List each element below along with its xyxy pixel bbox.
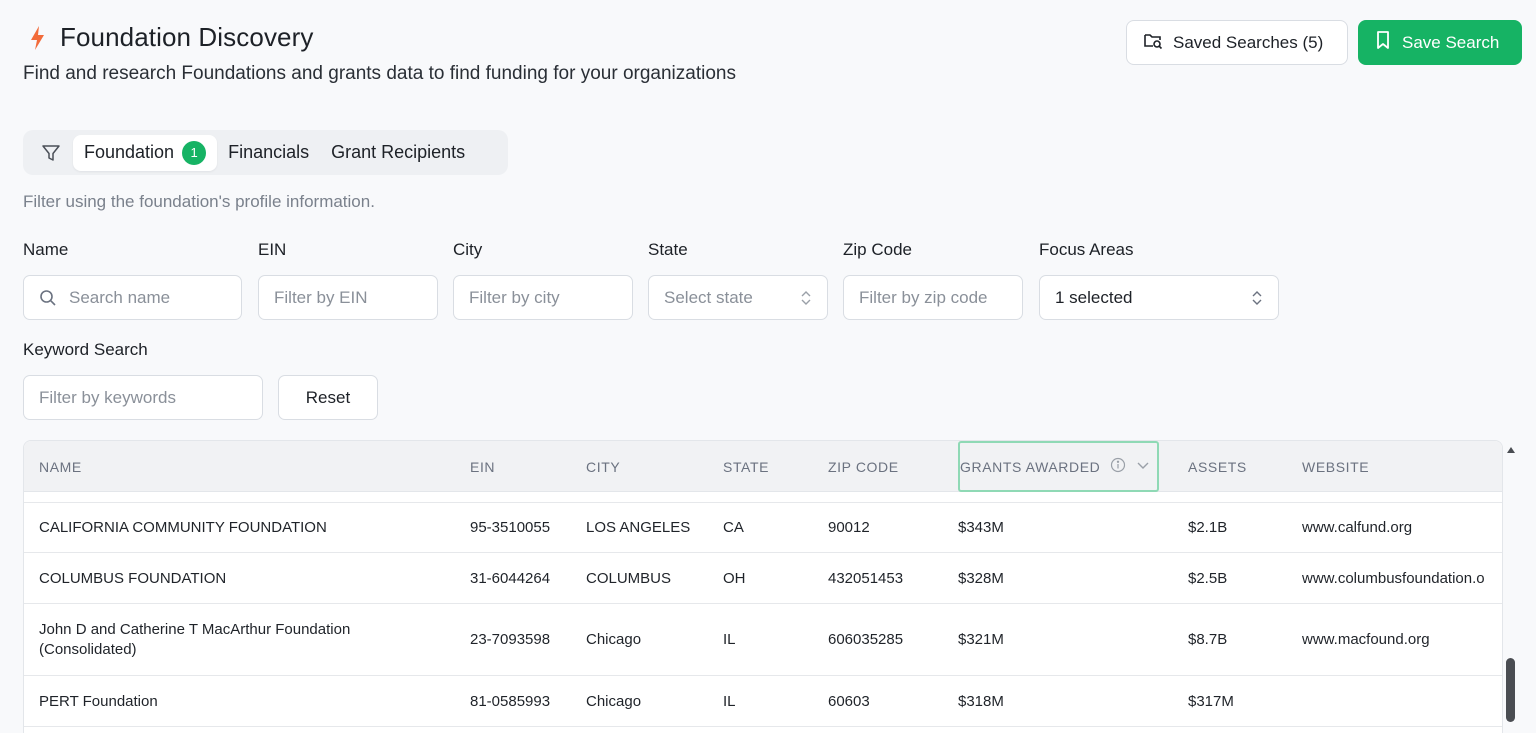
column-header-ein[interactable]: EIN	[470, 441, 495, 492]
focus-areas-value: 1 selected	[1055, 287, 1133, 307]
grants-awarded-label: GRANTS AWARDED	[960, 458, 1101, 475]
saved-searches-label: Saved Searches (5)	[1173, 32, 1324, 52]
cell-website[interactable]	[1302, 676, 1502, 726]
cell-name: COLUMBUS FOUNDATION	[39, 569, 227, 587]
keyword-placeholder: Filter by keywords	[39, 387, 176, 407]
saved-searches-button[interactable]: Saved Searches (5)	[1126, 20, 1348, 65]
state-placeholder: Select state	[664, 287, 753, 307]
table-scrollbar[interactable]	[1504, 440, 1520, 733]
page-title: Foundation Discovery	[60, 22, 314, 52]
cell-grants: $318M	[958, 692, 1004, 710]
column-header-zip-code[interactable]: ZIP CODE	[828, 441, 899, 492]
column-header-grants-awarded[interactable]: GRANTS AWARDED	[958, 441, 1159, 492]
chevron-updown-icon	[800, 290, 812, 306]
foundations-table: NAME EIN CITY STATE ZIP CODE GRANTS AWAR…	[23, 440, 1503, 733]
cell-zip: 90012	[828, 519, 870, 536]
column-header-assets[interactable]: ASSETS	[1188, 441, 1247, 492]
folder-search-icon	[1143, 30, 1163, 55]
search-icon	[39, 289, 57, 307]
tab-foundation-label: Foundation	[84, 142, 175, 162]
column-header-name[interactable]: NAME	[39, 441, 82, 492]
filter-icon[interactable]	[29, 135, 73, 171]
focus-areas-select[interactable]: 1 selected	[1039, 275, 1279, 320]
ein-input[interactable]: Filter by EIN	[258, 275, 438, 320]
cell-website[interactable]: www.columbusfoundation.o	[1302, 553, 1502, 603]
cell-state: CA	[723, 519, 744, 536]
cell-state: OH	[723, 569, 746, 587]
ein-label: EIN	[258, 240, 287, 259]
chevron-updown-icon	[1251, 290, 1263, 306]
cell-assets: $2.1B	[1188, 519, 1228, 536]
ein-placeholder: Filter by EIN	[274, 287, 368, 307]
bookmark-icon	[1374, 30, 1392, 55]
chevron-down-icon	[1136, 458, 1150, 475]
cell-city: Chicago	[586, 692, 642, 710]
column-header-website[interactable]: WEBSITE	[1302, 441, 1369, 492]
lightning-bolt-icon	[28, 25, 48, 51]
cell-grants: $343M	[958, 519, 1004, 536]
cell-ein: 31-6044264	[470, 569, 551, 587]
cell-zip: 432051453	[828, 569, 904, 587]
tab-foundation-badge: 1	[182, 140, 207, 165]
scroll-up-arrow-icon[interactable]	[1506, 442, 1516, 460]
page-header: Foundation Discovery Find and research F…	[0, 0, 1536, 110]
filter-tabs: Foundation 1 Financials Grant Recipients	[23, 130, 508, 175]
cell-assets: $317M	[1188, 692, 1234, 710]
save-search-label: Save Search	[1402, 32, 1500, 52]
cell-website[interactable]: www.calfund.org	[1302, 503, 1502, 552]
focus-areas-label: Focus Areas	[1039, 240, 1134, 259]
zip-code-label: Zip Code	[843, 240, 912, 259]
keyword-input[interactable]: Filter by keywords	[23, 375, 263, 420]
save-search-button[interactable]: Save Search	[1358, 20, 1522, 65]
cell-ein: 95-3510055	[470, 519, 551, 536]
cell-assets: $2.5B	[1188, 569, 1228, 587]
tab-grant-recipients[interactable]: Grant Recipients	[320, 135, 476, 171]
tab-foundation[interactable]: Foundation 1	[73, 134, 218, 171]
reset-button[interactable]: Reset	[278, 375, 378, 420]
filter-hint: Filter using the foundation's profile in…	[23, 192, 375, 211]
cell-zip: 60603	[828, 692, 870, 710]
cell-city: LOS ANGELES	[586, 519, 691, 536]
info-icon[interactable]	[1110, 457, 1126, 476]
table-row[interactable]: CALIFORNIA COMMUNITY FOUNDATION 95-35100…	[24, 502, 1502, 553]
city-label: City	[453, 240, 483, 259]
name-placeholder: Search name	[69, 287, 171, 307]
table-row[interactable]: COLUMBUS FOUNDATION 31-6044264 COLUMBUS …	[24, 553, 1502, 604]
column-header-city[interactable]: CITY	[586, 441, 620, 492]
table-row[interactable]: PERT Foundation 81-0585993 Chicago IL 60…	[24, 676, 1502, 727]
zip-placeholder: Filter by zip code	[859, 287, 988, 307]
cell-assets: $8.7B	[1188, 631, 1228, 648]
cell-name: PERT Foundation	[39, 692, 158, 710]
cell-city: Chicago	[586, 631, 642, 648]
tab-financials-label: Financials	[228, 142, 310, 162]
title-row: Foundation Discovery	[28, 22, 313, 53]
scrollbar-thumb[interactable]	[1506, 658, 1515, 722]
cell-state: IL	[723, 631, 736, 648]
cell-city: COLUMBUS	[586, 569, 672, 587]
cell-name: John D and Catherine T MacArthur Foundat…	[39, 620, 351, 658]
cell-zip: 606035285	[828, 631, 904, 648]
tab-financials[interactable]: Financials	[217, 135, 320, 171]
column-header-state[interactable]: STATE	[723, 441, 769, 492]
page-subtitle: Find and research Foundations and grants…	[23, 63, 736, 84]
cell-name: CALIFORNIA COMMUNITY FOUNDATION	[39, 519, 327, 536]
state-label: State	[648, 240, 688, 259]
name-search-input[interactable]: Search name	[23, 275, 242, 320]
cell-grants: $321M	[958, 631, 1004, 648]
cell-website[interactable]: www.macfound.org	[1302, 604, 1502, 675]
state-select[interactable]: Select state	[648, 275, 828, 320]
cell-state: IL	[723, 692, 736, 710]
table-header: NAME EIN CITY STATE ZIP CODE GRANTS AWAR…	[24, 441, 1502, 492]
city-input[interactable]: Filter by city	[453, 275, 633, 320]
tab-grant-recipients-label: Grant Recipients	[331, 142, 466, 162]
name-label: Name	[23, 240, 69, 259]
zip-code-input[interactable]: Filter by zip code	[843, 275, 1023, 320]
table-row[interactable]: John D and Catherine T MacArthur Foundat…	[24, 604, 1502, 676]
city-placeholder: Filter by city	[469, 287, 560, 307]
keyword-search-label: Keyword Search	[23, 340, 148, 359]
cell-ein: 81-0585993	[470, 692, 551, 710]
cell-ein: 23-7093598	[470, 631, 551, 648]
cell-grants: $328M	[958, 569, 1004, 587]
